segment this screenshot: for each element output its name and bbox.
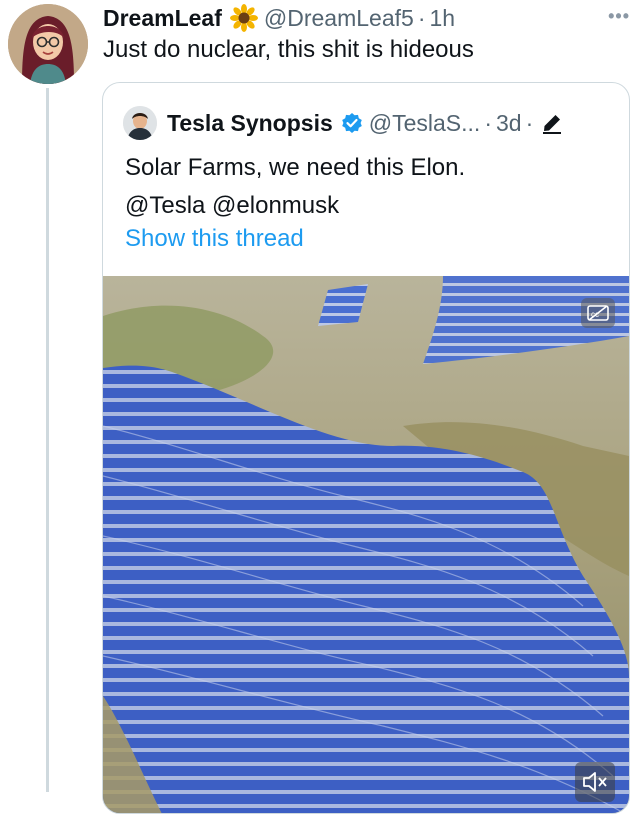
quoted-tweet-card[interactable]: Tesla Synopsis @TeslaS... · 3d · Solar F… <box>102 82 630 814</box>
more-dots-icon[interactable]: ••• <box>608 6 630 27</box>
verified-badge-icon <box>341 112 363 134</box>
pencil-icon <box>541 112 563 134</box>
author-name[interactable]: DreamLeaf <box>103 5 222 32</box>
solar-farm-video-frame <box>103 276 629 813</box>
quoted-author-handle[interactable]: @TeslaS... <box>369 110 481 137</box>
closed-captions-off-icon[interactable]: cc <box>581 298 615 328</box>
tweet-header: DreamLeaf @DreamLeaf5 · 1h <box>103 2 455 34</box>
timestamp[interactable]: 1h <box>429 5 455 32</box>
show-thread-link[interactable]: Show this thread <box>125 225 304 253</box>
thread-connector-line <box>46 88 49 792</box>
quoted-tweet-header: Tesla Synopsis @TeslaS... · 3d · <box>123 105 563 141</box>
quoted-text-line-1: Solar Farms, we need this Elon. <box>125 154 466 181</box>
separator-dot: · <box>525 109 534 136</box>
sunflower-icon <box>229 4 258 32</box>
quoted-timestamp[interactable]: 3d <box>496 110 522 137</box>
quoted-author-name[interactable]: Tesla Synopsis <box>167 110 333 137</box>
quoted-avatar-illustration <box>123 106 157 140</box>
video-media[interactable]: cc <box>103 276 629 813</box>
muted-speaker-icon[interactable] <box>575 762 615 802</box>
separator-dot: · <box>484 109 492 136</box>
quoted-text-line-2[interactable]: @Tesla @elonmusk <box>125 187 605 225</box>
quoted-author-avatar[interactable] <box>123 106 157 140</box>
quoted-tweet-text: Solar Farms, we need this Elon. @Tesla @… <box>125 149 605 225</box>
separator-dot: · <box>417 4 426 31</box>
author-avatar[interactable] <box>8 4 88 84</box>
author-handle[interactable]: @DreamLeaf5 <box>264 5 414 32</box>
tweet-text: Just do nuclear, this shit is hideous <box>103 36 474 63</box>
avatar-illustration <box>8 4 88 84</box>
